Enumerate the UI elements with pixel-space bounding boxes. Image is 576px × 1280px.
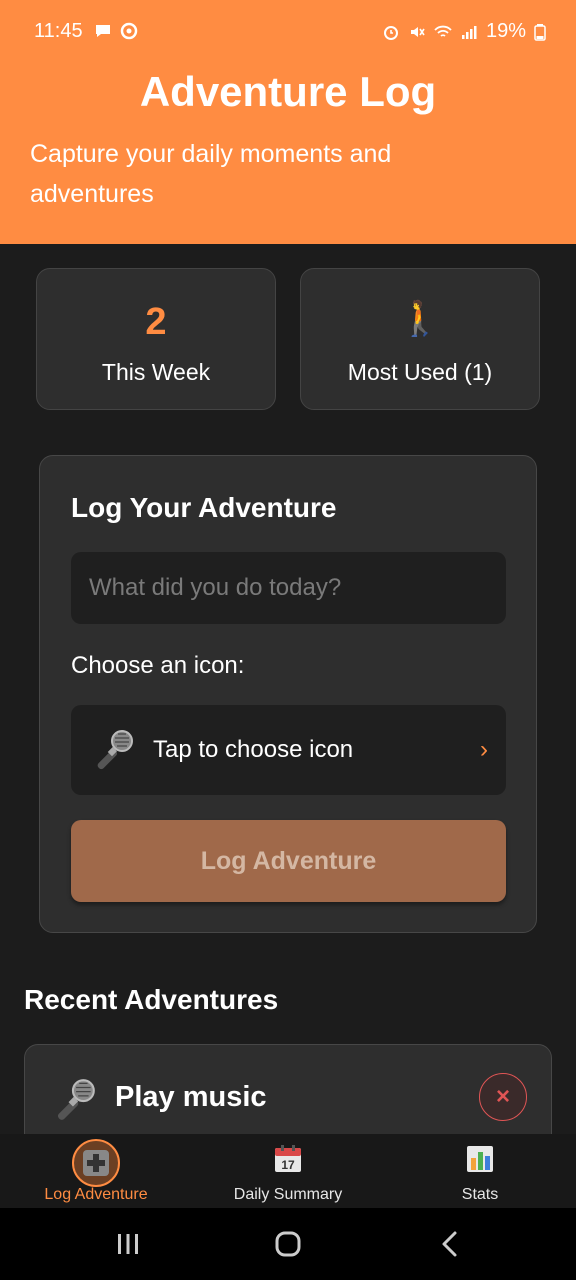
chevron-right-icon: › [480, 736, 488, 763]
tab-log-adventure[interactable]: Log Adventure [0, 1134, 192, 1208]
battery-icon [534, 23, 546, 41]
app-screen: 11:45 19% Adventure Log Capture your dai… [0, 0, 576, 1280]
battery-percent: 19% [485, 20, 526, 42]
back-icon[interactable] [430, 1226, 470, 1262]
bar-chart-icon [467, 1146, 493, 1172]
tab-stats[interactable]: Stats [384, 1134, 576, 1208]
this-week-count: 2 [145, 301, 167, 343]
adventure-input[interactable] [71, 552, 506, 624]
log-adventure-button[interactable]: Log Adventure [71, 820, 506, 902]
tab-label: Stats [461, 1186, 499, 1203]
entry-title: Play music [115, 1081, 267, 1113]
microphone-icon [57, 1079, 95, 1120]
stat-card-this-week: 2 This Week [36, 268, 276, 410]
icon-picker-text: Tap to choose icon [153, 736, 354, 763]
home-icon[interactable] [268, 1226, 308, 1262]
microphone-icon [97, 730, 133, 770]
walking-person-icon: 🚶 [398, 300, 442, 338]
status-bar: 11:45 19% [0, 0, 576, 64]
page-title: Adventure Log [139, 68, 437, 115]
delete-entry-button[interactable]: × [479, 1073, 527, 1121]
log-adventure-card: Log Your Adventure Choose an icon: Tap t… [39, 455, 537, 933]
stat-card-most-used: 🚶 Most Used (1) [300, 268, 540, 410]
recent-adventures-title: Recent Adventures [24, 984, 279, 1015]
wifi-icon [434, 25, 452, 37]
mute-icon [410, 26, 425, 37]
this-week-label: This Week [101, 359, 211, 385]
log-form-title: Log Your Adventure [71, 492, 337, 523]
bottom-tab-bar: Log Adventure 17 Daily Summary Stats [0, 1134, 576, 1208]
tab-label: Log Adventure [44, 1186, 148, 1203]
alarm-icon [383, 25, 398, 40]
page-subtitle: Capture your daily moments and adventure… [30, 140, 392, 208]
system-nav-bar [0, 1208, 576, 1280]
tab-label: Daily Summary [233, 1186, 343, 1203]
tab-daily-summary[interactable]: 17 Daily Summary [192, 1134, 384, 1208]
calendar-icon: 17 [275, 1145, 301, 1172]
signal-icon [461, 25, 477, 39]
sync-icon [120, 22, 138, 40]
status-time: 11:45 [34, 20, 83, 42]
plus-icon [83, 1150, 109, 1176]
recent-apps-icon[interactable] [108, 1226, 148, 1262]
calendar-day: 17 [281, 1158, 295, 1172]
choose-icon-label: Choose an icon: [71, 652, 245, 679]
most-used-label: Most Used (1) [347, 359, 493, 385]
header: 11:45 19% Adventure Log Capture your dai… [0, 0, 576, 244]
chat-icon [96, 25, 110, 37]
icon-picker-button[interactable]: Tap to choose icon › [71, 705, 506, 795]
